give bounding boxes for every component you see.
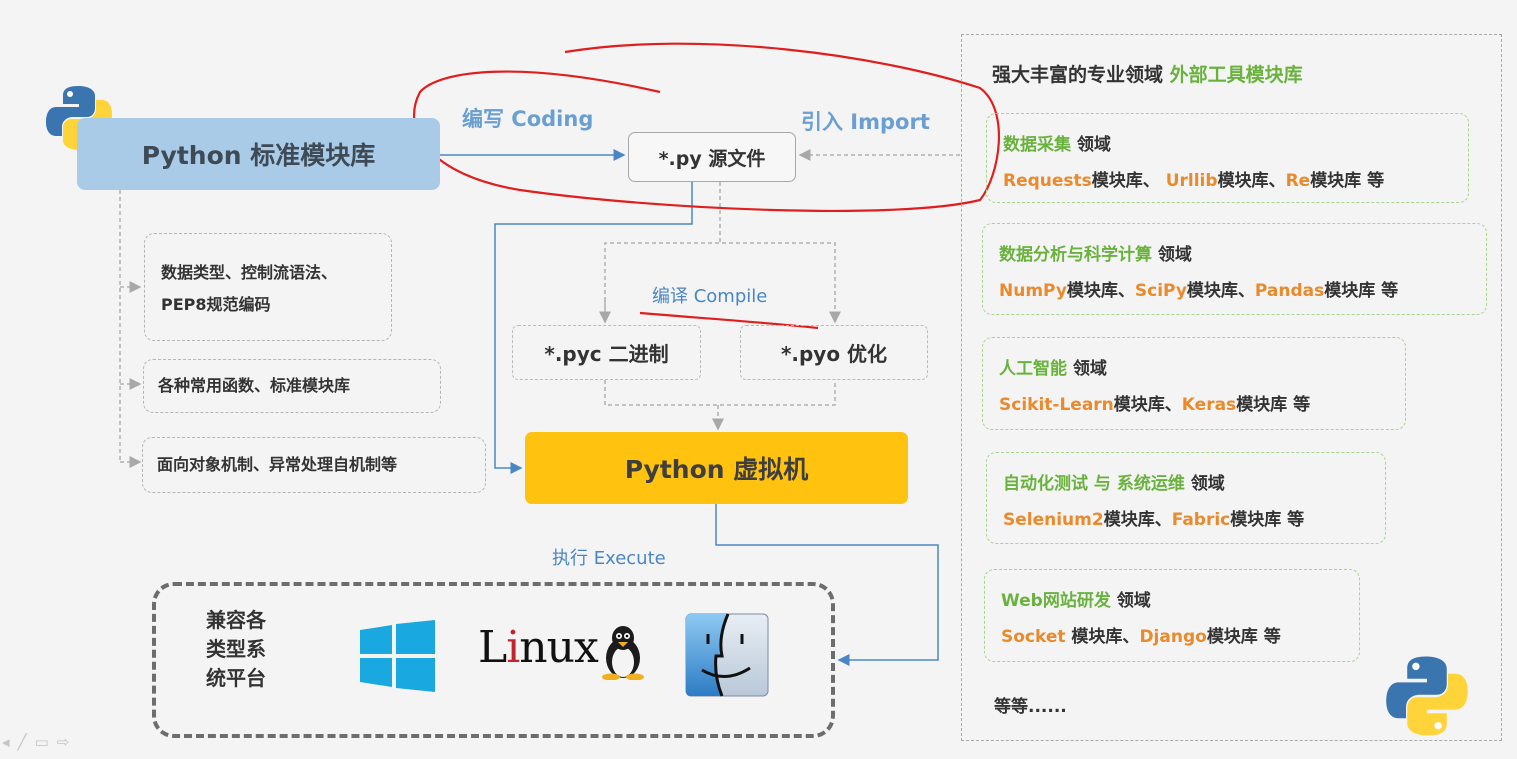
lib-name: Urllib [1165,171,1218,191]
std-item-oop-label: 面向对象机制、异常处理自机制等 [157,455,398,474]
slideshow-toolbar[interactable]: ◂╱▭⇨ [2,733,77,751]
field-card-data-collection: 数据采集 领域 Requests模块库、 Urllib模块库、Re模块库 等 [986,113,1469,203]
coding-label: 编写 Coding [462,107,594,131]
field-suffix: 领域 [1067,359,1107,379]
external-libs-title-b: 外部工具模块库 [1169,64,1303,86]
pyc-box: *.pyc 二进制 [512,325,701,380]
field-suffix: 领域 [1152,245,1192,265]
lib-name: Fabric [1171,510,1231,530]
field-card-automation: 自动化测试 与 系统运维 领域 Selenium2模块库、Fabric模块库 等 [986,452,1386,544]
lib-name: NumPy [999,281,1067,301]
linux-letter-l: L [478,622,507,673]
std-item-functions: 各种常用函数、标准模块库 [143,359,441,413]
lib-tail: 模块库、 [1113,395,1182,415]
lib-tail: 模块库 等 [1324,281,1399,301]
lib-tail: 模块库 等 [1310,171,1385,191]
source-file-box: *.py 源文件 [628,132,796,182]
lib-name: Keras [1181,395,1237,415]
nav-icon[interactable]: ⇨ [57,733,78,751]
linux-wordmark: Linux [478,622,599,673]
std-item-syntax-line2: PEP8规范编码 [161,295,271,314]
windows-logo-icon [360,620,435,692]
lib-name: Re [1285,171,1311,191]
field-name: 数据采集 [1003,135,1071,155]
import-label: 引入 Import [801,110,930,134]
external-libs-title: 强大丰富的专业领域 外部工具模块库 [992,60,1303,87]
field-card-web: Web网站研发 领域 Socket 模块库、Django模块库 等 [984,569,1360,662]
field-name: Web网站研发 [1001,591,1111,611]
std-item-functions-label: 各种常用函数、标准模块库 [158,376,351,395]
std-lib-box: Python 标准模块库 [77,118,440,190]
lib-tail: 模块库、 [1091,171,1166,191]
lib-tail: 模块库 等 [1206,627,1281,647]
lib-tail: 模块库 等 [1236,395,1311,415]
field-suffix: 领域 [1071,135,1111,155]
lib-name: Selenium2 [1003,510,1104,530]
field-name: 自动化测试 与 系统运维 [1003,474,1185,494]
python-vm-box: Python 虚拟机 [525,432,908,504]
merge-to-vm [604,380,836,406]
lib-tail: 模块库、 [1065,627,1140,647]
compile-label: 编译 Compile [652,286,768,307]
linux-letters-rest: nux [519,622,598,673]
lib-tail: 模块库、 [1066,281,1135,301]
lib-name: Scikit-Learn [999,395,1114,415]
pyo-box: *.pyo 优化 [740,325,928,380]
lib-name: Requests [1003,171,1092,191]
python-vm-label: Python 虚拟机 [624,455,809,484]
field-name: 数据分析与科学计算 [999,245,1152,265]
linux-tux-icon [602,626,644,680]
pen-icon[interactable]: ╱ [18,733,35,751]
pyc-label: *.pyc 二进制 [544,342,669,366]
std-lib-title: Python 标准模块库 [141,141,376,170]
field-card-data-analysis: 数据分析与科学计算 领域 NumPy模块库、SciPy模块库、Pandas模块库… [982,223,1487,315]
lib-tail: 模块库、 [1186,281,1255,301]
compat-text: 兼容各 类型系 统平台 [196,606,276,693]
std-item-syntax: 数据类型、控制流语法、 PEP8规范编码 [144,233,392,341]
mac-finder-icon [685,613,769,697]
lib-tail: 模块库 等 [1230,510,1305,530]
lib-name: Django [1139,627,1207,647]
compat-line-3: 统平台 [206,666,266,690]
lib-name: SciPy [1134,281,1187,301]
compat-line-1: 兼容各 [206,608,266,632]
pyo-label: *.pyo 优化 [780,342,888,366]
external-libs-title-a: 强大丰富的专业领域 [992,64,1170,86]
lib-name: Socket [1001,627,1066,647]
source-file-label: *.py 源文件 [658,147,766,170]
lib-name: Pandas [1254,281,1325,301]
etc-label: 等等...... [994,697,1067,717]
lib-tail: 模块库、 [1103,510,1172,530]
std-item-oop: 面向对象机制、异常处理自机制等 [142,437,486,493]
linux-letter-i: i [506,622,520,673]
std-item-syntax-line1: 数据类型、控制流语法、 [161,263,338,282]
execute-label: 执行 Execute [552,548,666,569]
pointer-icon[interactable]: ◂ [2,733,18,751]
compat-line-2: 类型系 [206,637,266,661]
field-suffix: 领域 [1110,591,1151,611]
field-card-ai: 人工智能 领域 Scikit-Learn模块库、Keras模块库 等 [982,337,1406,430]
field-name: 人工智能 [999,359,1067,379]
lib-tail: 模块库、 [1217,171,1286,191]
field-suffix: 领域 [1184,474,1225,494]
menu-icon[interactable]: ▭ [35,733,57,751]
